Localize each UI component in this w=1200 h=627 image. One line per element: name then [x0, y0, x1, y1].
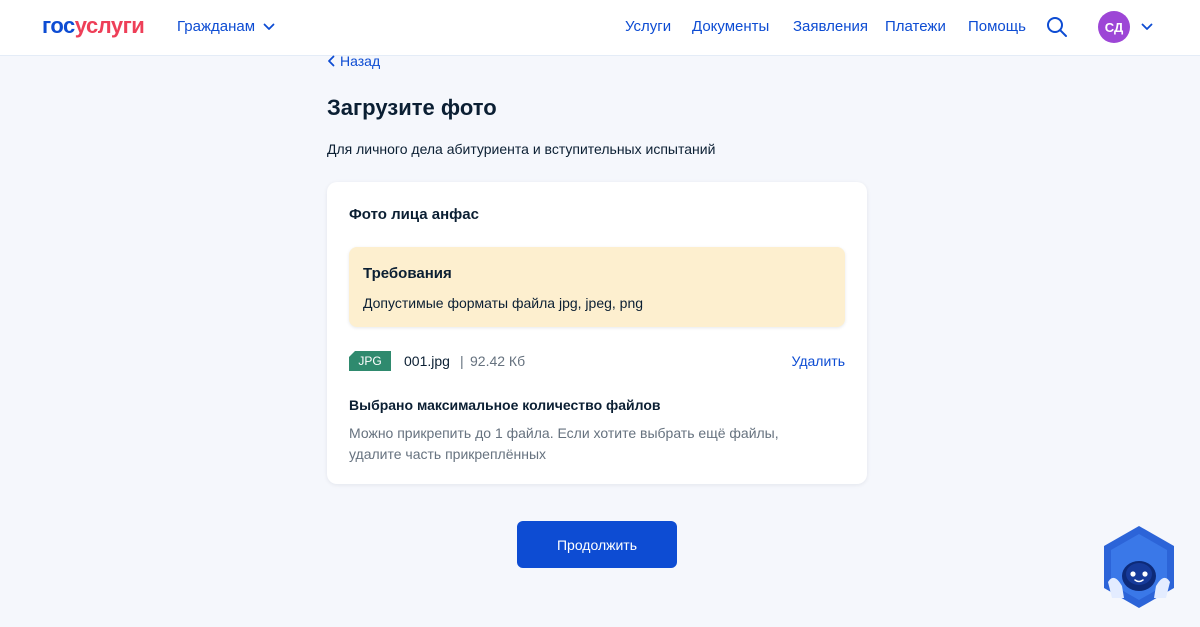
page-subtitle: Для личного дела абитуриента и вступител…	[327, 141, 716, 157]
avatar[interactable]: СД	[1098, 11, 1130, 43]
file-separator: |	[460, 353, 464, 369]
card-title: Фото лица анфас	[349, 206, 479, 223]
delete-file-button[interactable]: Удалить	[792, 353, 845, 369]
nav-payments[interactable]: Платежи	[885, 18, 946, 35]
file-size: 92.42 Кб	[470, 353, 526, 369]
audience-label: Гражданам	[177, 18, 256, 35]
back-label: Назад	[340, 53, 381, 69]
nav-services[interactable]: Услуги	[625, 18, 671, 35]
header: госуслуги Гражданам Услуги Документы Зая…	[0, 0, 1200, 56]
logo-part-gos: гос	[42, 13, 75, 38]
nav-help[interactable]: Помощь	[968, 18, 1026, 35]
logo-part-uslugi: услуги	[74, 13, 145, 38]
robot-assistant-icon[interactable]	[1100, 524, 1178, 610]
requirements-text: Допустимые форматы файла jpg, jpeg, png	[363, 295, 644, 311]
audience-selector[interactable]: Гражданам	[177, 18, 275, 35]
file-limit-text: Можно прикрепить до 1 файла. Если хотите…	[349, 425, 779, 462]
nav-applications[interactable]: Заявления	[793, 18, 868, 35]
gosuslugi-logo[interactable]: госуслуги	[42, 13, 145, 39]
continue-button[interactable]: Продолжить	[517, 521, 677, 568]
uploaded-file-row: JPG 001.jpg | 92.42 Кб Удалить	[349, 350, 845, 372]
file-limit-title: Выбрано максимальное количество файлов	[349, 397, 661, 413]
back-link[interactable]: Назад	[327, 53, 380, 69]
page-title: Загрузите фото	[327, 95, 497, 120]
chevron-left-icon	[328, 55, 335, 67]
nav-documents[interactable]: Документы	[692, 18, 769, 35]
requirements-title: Требования	[363, 265, 452, 282]
photo-upload-card: Фото лица анфас Требования Допустимые фо…	[327, 182, 867, 484]
file-name: 001.jpg	[404, 353, 450, 369]
requirements-box: Требования Допустимые форматы файла jpg,…	[349, 247, 845, 327]
search-icon[interactable]	[1046, 16, 1068, 38]
chevron-down-icon	[263, 23, 275, 30]
jpg-file-icon: JPG	[349, 351, 391, 371]
chevron-down-icon[interactable]	[1141, 22, 1153, 32]
